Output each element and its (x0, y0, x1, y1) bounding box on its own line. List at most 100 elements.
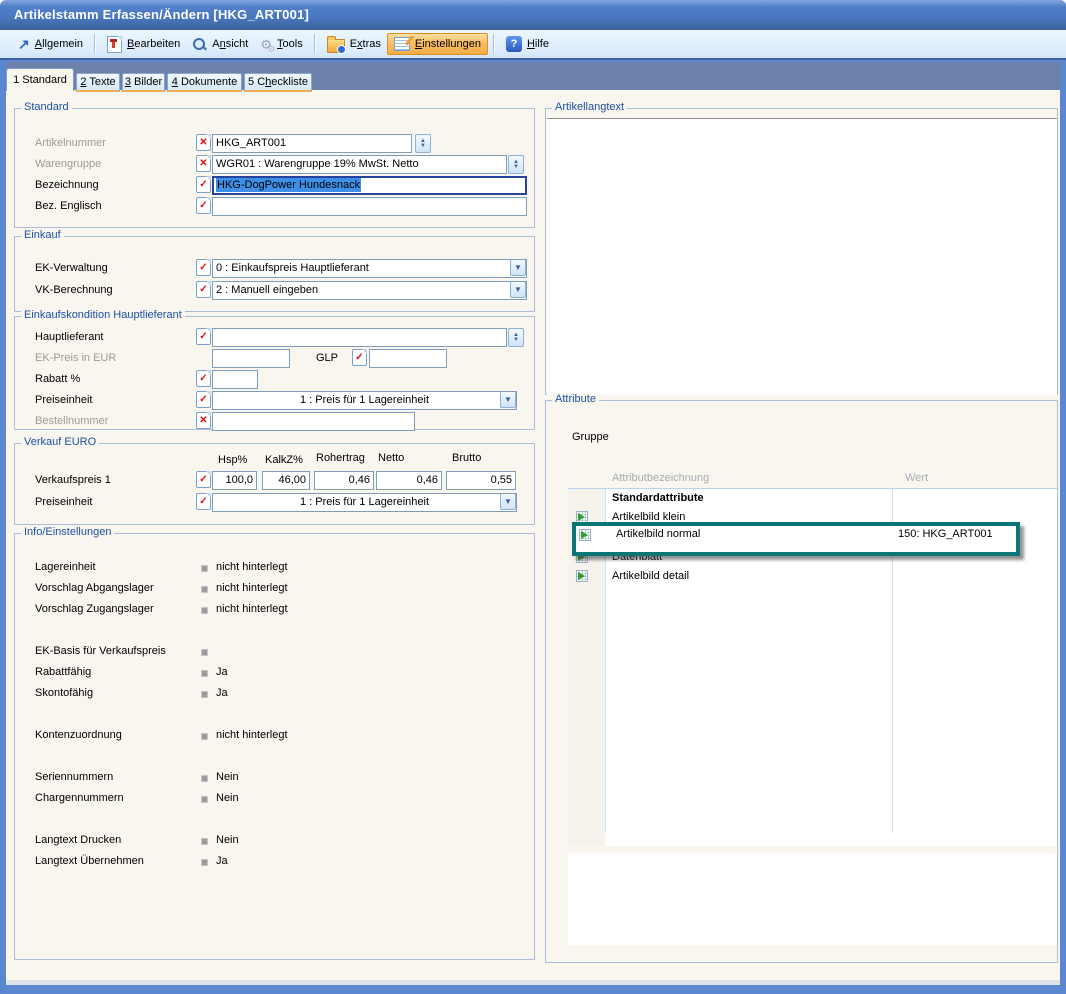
info-label: Vorschlag Abgangslager (35, 582, 154, 594)
hauptlieferant-spin-button[interactable]: ▲▼ (508, 328, 524, 347)
glp-label: GLP (316, 352, 338, 364)
mandatory-check-icon[interactable]: ✓ (196, 391, 211, 408)
selected-text: HKG-DogPower Hundesnack (216, 178, 361, 192)
bez-englisch-label: Bez. Englisch (35, 200, 102, 212)
artikelnummer-label: Artikelnummer (35, 137, 106, 149)
artikelnummer-field[interactable]: HKG_ART001 (212, 134, 412, 153)
warengruppe-spin-button[interactable]: ▲▼ (508, 155, 524, 174)
mandatory-x-icon[interactable]: ✕ (196, 155, 211, 172)
mandatory-check-icon[interactable]: ✓ (196, 328, 211, 345)
preiseinheit-combobox[interactable]: 1 : Preis für 1 Lagereinheit ▼ (212, 391, 517, 410)
attribute-row-value[interactable]: 150: HKG_ART001 (898, 528, 993, 540)
warengruppe-label: Warengruppe (35, 158, 101, 170)
vk-berechnung-combobox[interactable]: 2 : Manuell eingeben ▼ (212, 281, 527, 300)
attribute-image-icon (576, 570, 588, 582)
magnifier-icon (192, 37, 207, 52)
preiseinheit-label: Preiseinheit (35, 394, 92, 406)
mandatory-check-icon[interactable]: ✓ (196, 370, 211, 387)
dropdown-button[interactable]: ▼ (510, 259, 526, 276)
header-hsp: Hsp% (218, 454, 247, 466)
rohertrag-field[interactable]: 0,46 (314, 471, 374, 490)
menu-allgemein[interactable]: ↗ Allgemein (12, 34, 89, 54)
menu-bearbeiten[interactable]: Bearbeiten (101, 33, 186, 56)
netto-field[interactable]: 0,46 (376, 471, 442, 490)
mandatory-check-icon[interactable]: ✓ (196, 259, 211, 276)
menu-einstellungen-label: Einstellungen (415, 38, 481, 50)
menu-tools[interactable]: ⚙⚙ Tools (254, 35, 308, 54)
tab-bilder[interactable]: 3 Bilder (122, 73, 165, 92)
bullet-icon (201, 838, 208, 845)
mandatory-check-icon[interactable]: ✓ (352, 349, 367, 366)
fieldset-attribute: Attribute Gruppe Attributbezeichnung Wer… (545, 400, 1058, 963)
window-title: Artikelstamm Erfassen/Ändern [HKG_ART001… (14, 7, 309, 22)
hsp-field[interactable]: 100,0 (212, 471, 257, 490)
info-label: Lagereinheit (35, 561, 96, 573)
column-header-wert[interactable]: Wert (905, 472, 928, 484)
settings-form-icon (394, 37, 410, 51)
fieldset-info-legend: Info/Einstellungen (21, 526, 114, 538)
menu-extras-label: Extras (350, 38, 381, 50)
tab-checkliste[interactable]: 5 Checkliste (244, 73, 312, 92)
fieldset-einkauf-legend: Einkauf (21, 229, 64, 241)
ek-preis-field[interactable] (212, 349, 290, 368)
artikellangtext-textarea[interactable] (547, 118, 1057, 395)
info-label: Chargennummern (35, 792, 124, 804)
attribute-row[interactable]: Standardattribute (612, 492, 704, 504)
menu-einstellungen[interactable]: Einstellungen (387, 33, 488, 55)
fieldset-standard-legend: Standard (21, 101, 72, 113)
info-value: nicht hinterlegt (216, 729, 288, 741)
fieldset-verkauf: Verkauf EURO Hsp% KalkZ% Rohertrag Netto… (14, 443, 535, 525)
bullet-icon (201, 607, 208, 614)
dropdown-button[interactable]: ▼ (510, 281, 526, 298)
tab-standard[interactable]: 1 Standard (6, 68, 74, 91)
preiseinheit-vk-label: Preiseinheit (35, 496, 92, 508)
menu-ansicht-label: Ansicht (212, 38, 248, 50)
menu-hilfe[interactable]: ? Hilfe (500, 33, 555, 55)
rabatt-field[interactable] (212, 370, 258, 389)
column-header-attributbezeichnung[interactable]: Attributbezeichnung (612, 472, 709, 484)
bezeichnung-field[interactable]: HKG-DogPower Hundesnack (212, 176, 527, 195)
dropdown-button[interactable]: ▼ (500, 391, 516, 408)
menu-extras[interactable]: Extras (321, 33, 387, 56)
edit-hammer-icon (107, 36, 122, 53)
mandatory-x-icon[interactable]: ✕ (196, 134, 211, 151)
header-netto: Netto (378, 452, 404, 464)
fieldset-standard: Standard Artikelnummer ✕ HKG_ART001 ▲▼ W… (14, 108, 535, 228)
bullet-icon (201, 733, 208, 740)
info-label: Rabattfähig (35, 666, 91, 678)
toolbar-separator (94, 34, 96, 54)
attribute-preview-panel (568, 853, 1057, 945)
menu-ansicht[interactable]: Ansicht (186, 34, 254, 55)
ek-verwaltung-combobox[interactable]: 0 : Einkaufspreis Hauptlieferant ▼ (212, 259, 527, 278)
fieldset-artikellangtext: Artikellangtext (545, 108, 1058, 395)
preiseinheit-vk-combobox[interactable]: 1 : Preis für 1 Lagereinheit ▼ (212, 493, 517, 512)
mandatory-check-icon[interactable]: ✓ (196, 281, 211, 298)
kalkz-field[interactable]: 46,00 (262, 471, 310, 490)
hauptlieferant-field[interactable] (212, 328, 507, 347)
bez-englisch-field[interactable] (212, 197, 527, 216)
help-icon: ? (506, 36, 522, 52)
info-label: Langtext Übernehmen (35, 855, 144, 867)
mandatory-check-icon[interactable]: ✓ (196, 176, 211, 193)
header-brutto: Brutto (452, 452, 481, 464)
brutto-field[interactable]: 0,55 (446, 471, 516, 490)
info-value: Ja (216, 666, 228, 678)
toolbar-separator (314, 34, 316, 54)
mandatory-check-icon[interactable]: ✓ (196, 197, 211, 214)
mandatory-check-icon[interactable]: ✓ (196, 471, 211, 488)
artikelnummer-spin-button[interactable]: ▲▼ (415, 134, 431, 153)
header-rohertrag: Rohertrag (316, 452, 365, 464)
window-titlebar[interactable]: Artikelstamm Erfassen/Ändern [HKG_ART001… (0, 0, 1066, 30)
tab-dokumente[interactable]: 4 Dokumente (167, 73, 242, 92)
bezeichnung-label: Bezeichnung (35, 179, 99, 191)
glp-field[interactable] (369, 349, 447, 368)
folder-icon (327, 39, 345, 53)
mandatory-check-icon[interactable]: ✓ (196, 493, 211, 510)
attribute-row[interactable]: Artikelbild detail (612, 570, 689, 582)
attribute-row-highlighted[interactable]: Artikelbild normal (616, 528, 700, 540)
dropdown-button[interactable]: ▼ (500, 493, 516, 510)
warengruppe-field[interactable]: WGR01 : Warengruppe 19% MwSt. Netto (212, 155, 507, 174)
tab-texte[interactable]: 2 Texte (76, 73, 120, 92)
bestellnummer-field[interactable] (212, 412, 415, 431)
mandatory-x-icon[interactable]: ✕ (196, 412, 211, 429)
